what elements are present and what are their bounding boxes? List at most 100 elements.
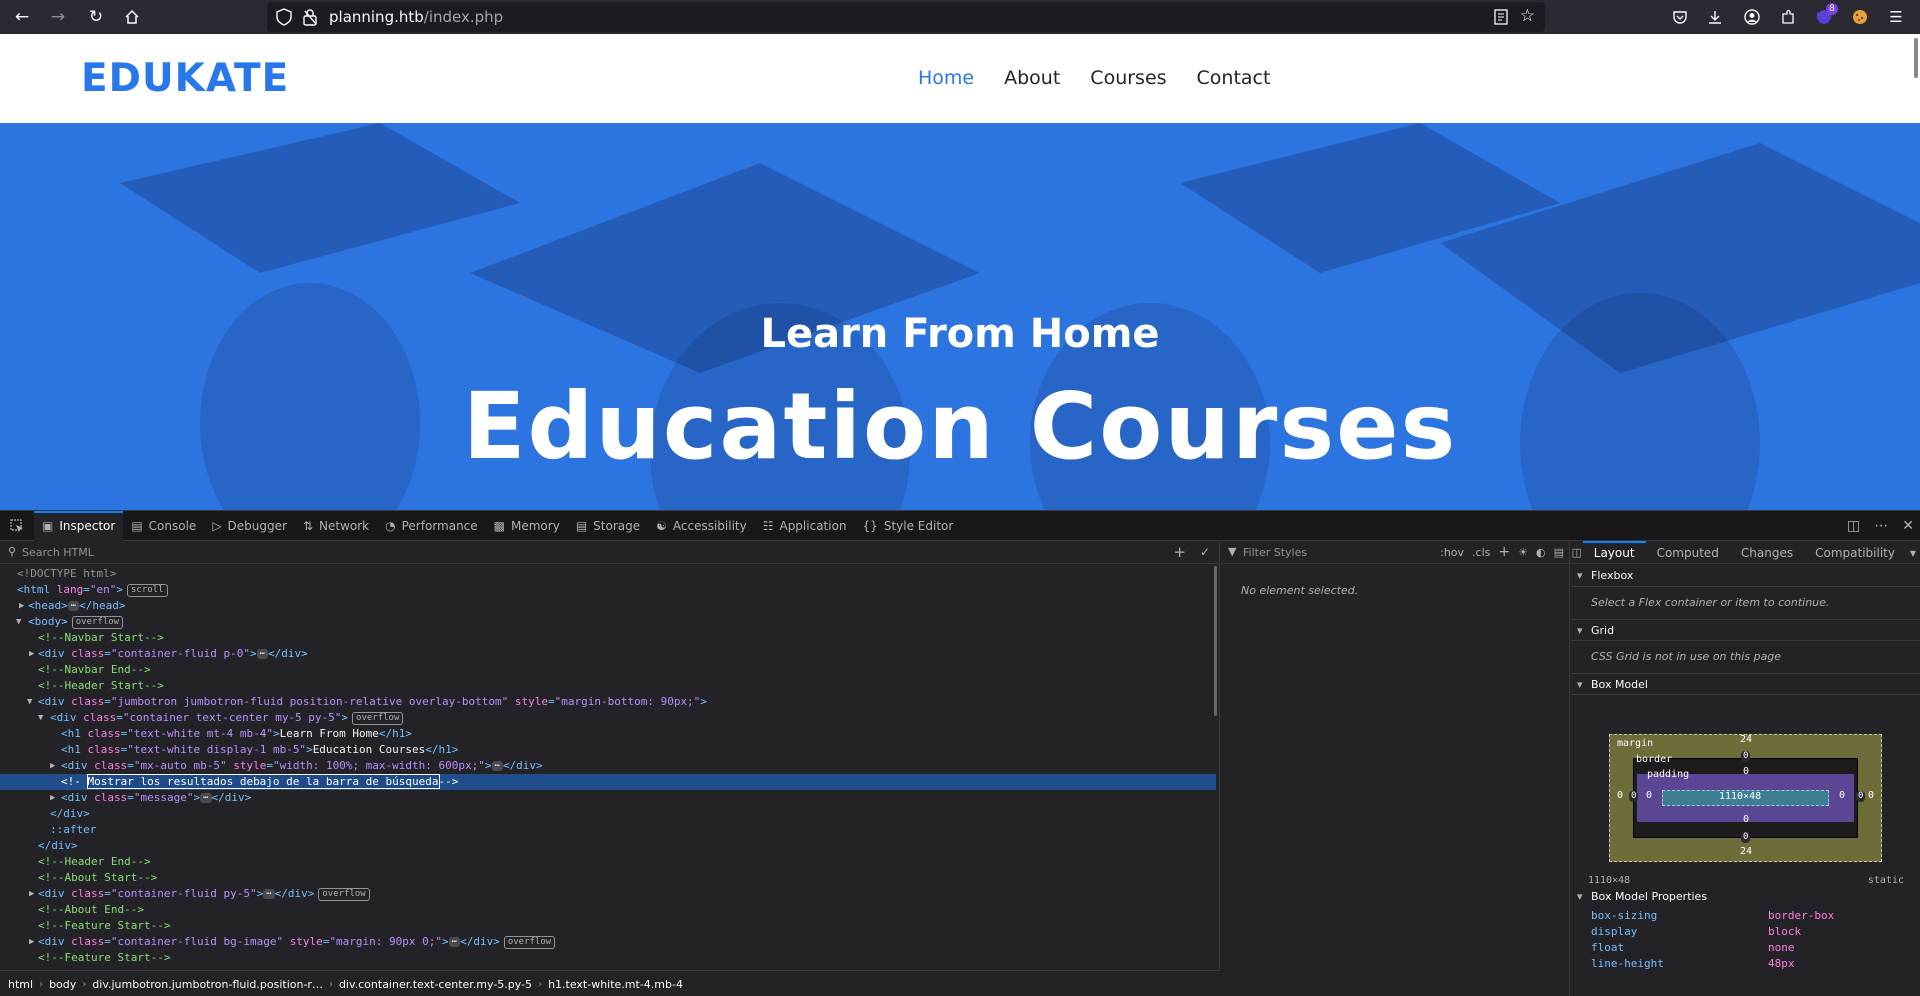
tree-row[interactable]: ▶ <div class="message"> ⋯ </div> <box>0 790 1216 806</box>
lock-icon[interactable] <box>302 8 318 26</box>
extensions-icon[interactable] <box>1776 5 1800 29</box>
tab-network[interactable]: ⇅ Network <box>295 511 377 541</box>
tab-style-editor[interactable]: {} Style Editor <box>855 511 962 541</box>
tracking-protection-icon[interactable] <box>275 8 293 26</box>
expand-triangle-icon[interactable]: ▶ <box>29 886 39 902</box>
breadcrumb-item[interactable]: body <box>49 978 76 991</box>
tree-row[interactable]: <!--Feature Start--> <box>0 950 1216 966</box>
grid-section-header[interactable]: Grid <box>1571 619 1920 642</box>
home-icon[interactable] <box>120 5 144 29</box>
expand-triangle-icon[interactable]: ▶ <box>50 790 60 806</box>
padding-left-value[interactable]: 0 <box>1646 790 1652 801</box>
site-logo[interactable]: EDUKATE <box>81 56 289 101</box>
dark-scheme-icon[interactable]: ◐ <box>1536 546 1546 559</box>
reload-icon[interactable]: ↻ <box>84 5 108 29</box>
tree-row[interactable]: <!--Navbar Start--> <box>0 630 1216 646</box>
tree-row[interactable]: ▼ <body> overflow <box>0 614 1216 630</box>
overflow-badge[interactable]: overflow <box>503 936 556 949</box>
overflow-badge[interactable]: overflow <box>352 712 404 725</box>
padding-bottom-value[interactable]: 0 <box>1743 814 1749 825</box>
search-html-input[interactable]: Search HTML <box>22 546 94 559</box>
tree-row[interactable]: <h1 class="text-white display-1 mb-5">Ed… <box>0 742 1216 758</box>
downloads-icon[interactable] <box>1703 5 1727 29</box>
margin-bottom-value[interactable]: 24 <box>1740 846 1752 857</box>
tree-row[interactable]: </div> <box>0 838 1216 854</box>
tree-row[interactable]: <!--About End--> <box>0 902 1216 918</box>
nav-about-link[interactable]: About <box>1004 67 1060 89</box>
tab-inspector[interactable]: ▣ Inspector <box>34 510 124 541</box>
padding-right-value[interactable]: 0 <box>1839 790 1845 801</box>
selected-comment-text[interactable]: Mostrar los resultados debajo de la barr… <box>86 774 440 789</box>
border-top-value[interactable]: 0 <box>1741 751 1751 762</box>
element-picker-icon[interactable] <box>0 511 34 541</box>
expand-triangle-icon[interactable]: ▶ <box>29 646 39 662</box>
collapse-triangle-icon[interactable]: ▼ <box>38 710 48 726</box>
breadcrumb-item[interactable]: h1.text-white.mt-4.mb-4 <box>548 978 683 991</box>
content-size-value[interactable]: 1110×48 <box>1719 791 1761 802</box>
tree-row[interactable]: ::after <box>0 822 1216 838</box>
dock-side-icon[interactable]: ◫ <box>1847 518 1860 534</box>
nav-courses-link[interactable]: Courses <box>1090 67 1166 89</box>
more-options-icon[interactable]: ⋯ <box>1874 518 1888 534</box>
tree-row[interactable]: ▼ <div class="container text-center my-5 … <box>0 710 1216 726</box>
tree-row[interactable]: <!--Navbar End--> <box>0 662 1216 678</box>
margin-right-value[interactable]: 0 <box>1868 790 1874 801</box>
page-scrollbar[interactable] <box>1912 34 1920 510</box>
tab-debugger[interactable]: ▷ Debugger <box>204 511 295 541</box>
tab-memory[interactable]: ▩ Memory <box>486 511 568 541</box>
tab-application[interactable]: ☷ Application <box>755 511 855 541</box>
cls-toggle[interactable]: .cls <box>1472 546 1490 559</box>
back-icon[interactable]: ← <box>10 5 34 29</box>
margin-left-value[interactable]: 0 <box>1617 790 1623 801</box>
hov-toggle[interactable]: :hov <box>1440 546 1464 559</box>
print-media-icon[interactable]: ▤ <box>1554 546 1564 559</box>
collapse-triangle-icon[interactable]: ▼ <box>27 694 37 710</box>
nav-contact-link[interactable]: Contact <box>1197 67 1271 89</box>
page-scrollbar-thumb[interactable] <box>1914 38 1918 78</box>
nav-home-link[interactable]: Home <box>918 67 974 89</box>
tab-changes[interactable]: Changes <box>1730 542 1804 564</box>
tab-console[interactable]: ▤ Console <box>123 511 204 541</box>
tree-row[interactable]: ▶ <div class="container-fluid p-0"> ⋯ </div… <box>0 646 1216 662</box>
scroll-badge[interactable]: scroll <box>127 584 168 597</box>
url-text[interactable]: planning.htb/index.php <box>329 8 503 26</box>
expand-triangle-icon[interactable]: ▶ <box>19 598 29 614</box>
eyedropper-icon[interactable]: ✓ <box>1200 545 1210 559</box>
margin-top-value[interactable]: 24 <box>1740 734 1752 745</box>
ellipsis-badge[interactable]: ⋯ <box>448 937 461 947</box>
ellipsis-badge[interactable]: ⋯ <box>200 793 212 803</box>
ellipsis-badge[interactable]: ⋯ <box>263 889 275 899</box>
collapse-triangle-icon[interactable]: ▼ <box>16 614 26 630</box>
bookmark-star-icon[interactable]: ☆ <box>1520 6 1535 26</box>
tree-row[interactable]: <!DOCTYPE html> <box>0 566 1216 582</box>
add-rule-icon[interactable]: + <box>1498 544 1510 560</box>
pocket-icon[interactable] <box>1668 5 1692 29</box>
tree-row[interactable]: <html lang="en"> scroll <box>0 582 1216 598</box>
tree-row[interactable]: ▶ <div class="container-fluid bg-image" s… <box>0 934 1216 950</box>
tab-storage[interactable]: ▤ Storage <box>568 511 648 541</box>
expand-triangle-icon[interactable]: ▶ <box>50 758 60 774</box>
tree-row[interactable]: ▶ <div class="container-fluid py-5"> ⋯ </di… <box>0 886 1216 902</box>
reader-view-icon[interactable] <box>1493 9 1509 25</box>
tree-row[interactable]: <!--Feature Start--> <box>0 918 1216 934</box>
tree-scrollbar[interactable] <box>1214 566 1217 716</box>
extension-shield-icon[interactable]: 8 <box>1812 3 1838 29</box>
tree-row[interactable]: <h1 class="text-white mt-4 mb-4">Learn F… <box>0 726 1216 742</box>
overflow-badge[interactable]: overflow <box>318 888 370 901</box>
tab-performance[interactable]: ◔ Performance <box>377 511 486 541</box>
ellipsis-badge[interactable]: ⋯ <box>67 601 80 611</box>
tree-row[interactable]: ▶ <div class="mx-auto mb-5" style="width:… <box>0 758 1216 774</box>
boxmodel-section-header[interactable]: Box Model <box>1571 673 1920 696</box>
boxmodel-props-header[interactable]: Box Model Properties <box>1571 886 1920 908</box>
breadcrumb-item[interactable]: div.jumbotron.jumbotron-fluid.position-r… <box>92 978 323 991</box>
breadcrumb-item[interactable]: html <box>8 978 33 991</box>
border-left-value[interactable]: 0 <box>1629 791 1639 802</box>
tab-layout[interactable]: Layout <box>1582 540 1646 564</box>
cookie-extension-icon[interactable] <box>1848 5 1872 29</box>
light-scheme-icon[interactable]: ☀ <box>1518 546 1528 559</box>
padding-top-value[interactable]: 0 <box>1743 766 1749 777</box>
expand-triangle-icon[interactable]: ▶ <box>29 934 39 950</box>
tree-row[interactable]: ▼ <div class="jumbotron jumbotron-fluid p… <box>0 694 1216 710</box>
account-icon[interactable] <box>1740 5 1764 29</box>
tree-row[interactable]: <!--Header End--> <box>0 854 1216 870</box>
